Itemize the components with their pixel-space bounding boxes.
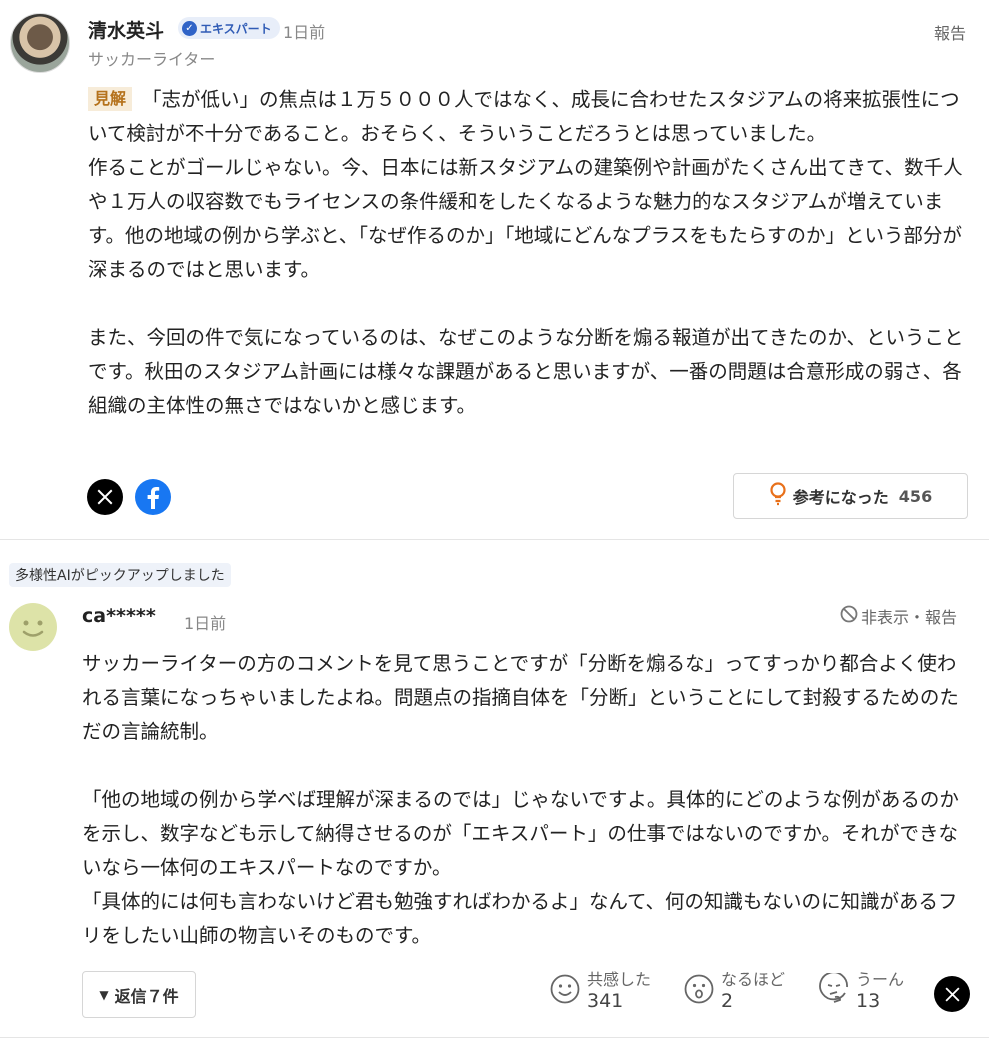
hide-report-label: 非表示・報告 xyxy=(861,608,958,627)
verified-check-icon: ✓ xyxy=(182,20,197,36)
surprised-icon xyxy=(683,973,715,1009)
thinking-icon xyxy=(818,971,850,1009)
bottom-divider xyxy=(0,1037,989,1038)
opinion-tag: 見解 xyxy=(88,87,133,111)
ai-pick-badge: 多様性AIがピックアップしました xyxy=(9,563,231,587)
reaction-label: うーん xyxy=(856,970,905,989)
x-share-icon[interactable] xyxy=(87,479,123,515)
expert-comment-body: 見解 「志が低い」の焦点は１万５０００人ではなく、成長に合わせたスタジアムの将来拡… xyxy=(88,83,968,423)
expert-paragraph-2: 作ることがゴールじゃない。今、日本には新スタジアムの建築例や計画がたくさん出てき… xyxy=(88,156,963,281)
user-avatar xyxy=(9,603,57,651)
expert-avatar[interactable] xyxy=(10,13,70,73)
hide-report-link[interactable]: 非表示・報告 xyxy=(840,604,957,628)
expert-name[interactable]: 清水英斗 xyxy=(88,16,164,43)
user-comment-time: 1日前 xyxy=(184,614,227,633)
expert-title: サッカーライター xyxy=(88,50,216,69)
user-name: ca***** xyxy=(82,605,156,627)
reaction-label: なるほど xyxy=(721,970,786,989)
expert-badge: ✓ エキスパート xyxy=(178,17,280,39)
expert-paragraph-3: また、今回の件で気になっているのは、なぜこのような分断を煽る報道が出てきたのか、… xyxy=(88,326,964,417)
facebook-share-icon[interactable] xyxy=(135,479,171,515)
reaction-count: 13 xyxy=(856,990,881,1012)
helpful-button[interactable]: 参考になった 456 xyxy=(733,473,968,519)
user-comment-body: サッカーライターの方のコメントを見て思うことですが「分断を煽るな」ってすっかり都… xyxy=(82,647,972,953)
smile-avatar-icon xyxy=(22,620,44,637)
replies-button[interactable]: ▼ 返信７件 xyxy=(82,971,196,1018)
helpful-label: 参考になった xyxy=(792,488,889,507)
report-link[interactable]: 報告 xyxy=(934,20,966,44)
helpful-count: 456 xyxy=(898,486,933,506)
user-paragraph-2: 「他の地域の例から学べば理解が深まるのでは」じゃないですよ。具体的にどのような例… xyxy=(82,788,959,879)
reaction-agree[interactable]: 共感した 341 xyxy=(549,970,651,1012)
expert-paragraph-1: 「志が低い」の焦点は１万５０００人ではなく、成長に合わせたスタジアムの将来拡張性… xyxy=(88,88,960,145)
expert-badge-label: エキスパート xyxy=(200,21,272,36)
x-share-icon[interactable] xyxy=(934,976,970,1012)
lightbulb-icon xyxy=(769,482,787,510)
reaction-count: 341 xyxy=(587,990,624,1012)
replies-label: 返信７件 xyxy=(114,986,179,1006)
user-paragraph-1: サッカーライターの方のコメントを見て思うことですが「分断を煽るな」ってすっかり都… xyxy=(82,652,959,743)
user-paragraph-3: 「具体的には何も言わないけど君も勉強すればわかるよ」なんて、何の知識もないのに知… xyxy=(82,890,958,947)
block-icon xyxy=(840,605,858,627)
reaction-count: 2 xyxy=(721,990,734,1012)
smile-icon xyxy=(549,973,581,1009)
reaction-label: 共感した xyxy=(587,970,652,989)
section-divider xyxy=(0,539,989,540)
triangle-down-icon: ▼ xyxy=(99,987,109,1002)
expert-comment-time: 1日前 xyxy=(283,23,326,42)
reaction-hmm[interactable]: うーん 13 xyxy=(818,970,904,1012)
reaction-insightful[interactable]: なるほど 2 xyxy=(683,970,785,1012)
